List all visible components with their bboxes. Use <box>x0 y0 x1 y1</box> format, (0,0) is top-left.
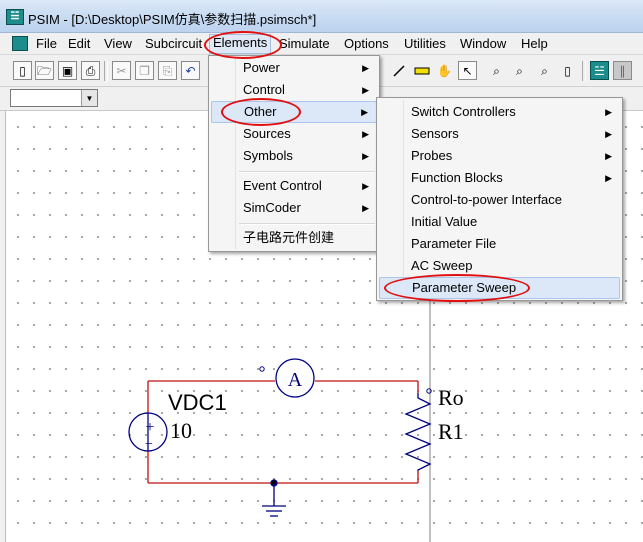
submenu-arrow-icon: ▶ <box>361 107 368 117</box>
source-value-label: 10 <box>170 418 192 443</box>
submenu-arrow-icon: ▶ <box>362 63 369 73</box>
submenu-arrow-icon: ▶ <box>605 151 612 161</box>
source-name-label: VDC1 <box>168 390 227 415</box>
menu-separator <box>239 171 375 173</box>
submenu-arrow-icon: ▶ <box>362 129 369 139</box>
menu-item-power[interactable]: Power ▶ <box>211 57 377 79</box>
resistor-r1[interactable] <box>404 388 432 471</box>
ammeter-symbol: A <box>288 369 303 391</box>
dc-source-vdc1[interactable]: + − <box>128 412 168 452</box>
menu-item-other[interactable]: Other ▶ <box>211 101 377 123</box>
ammeter[interactable]: A <box>259 358 315 398</box>
submenu-arrow-icon: ▶ <box>605 129 612 139</box>
menu-separator <box>239 223 375 225</box>
resistor-name-label: R1 <box>438 419 464 444</box>
submenu-arrow-icon: ▶ <box>605 107 612 117</box>
menu-item-control-to-power[interactable]: Control-to-power Interface <box>379 189 620 211</box>
menu-item-sensors[interactable]: Sensors ▶ <box>379 123 620 145</box>
menu-item-sources[interactable]: Sources ▶ <box>211 123 377 145</box>
menu-item-control[interactable]: Control ▶ <box>211 79 377 101</box>
menu-item-parameter-file[interactable]: Parameter File <box>379 233 620 255</box>
menu-item-function-blocks[interactable]: Function Blocks ▶ <box>379 167 620 189</box>
resistor-param-label: Ro <box>438 385 464 410</box>
menu-item-probes[interactable]: Probes ▶ <box>379 145 620 167</box>
source-minus-label: − <box>145 437 153 452</box>
menu-item-ac-sweep[interactable]: AC Sweep <box>379 255 620 277</box>
submenu-arrow-icon: ▶ <box>362 181 369 191</box>
menu-item-switch-controllers[interactable]: Switch Controllers ▶ <box>379 101 620 123</box>
menu-item-event-control[interactable]: Event Control ▶ <box>211 175 377 197</box>
menu-item-symbols[interactable]: Symbols ▶ <box>211 145 377 167</box>
elements-menu: Power ▶ Control ▶ Other ▶ Sources ▶ Symbols ▶… <box>208 55 380 252</box>
submenu-arrow-icon: ▶ <box>605 173 612 183</box>
menu-item-simcoder[interactable]: SimCoder ▶ <box>211 197 377 219</box>
submenu-arrow-icon: ▶ <box>362 85 369 95</box>
menu-item-subcircuit-create[interactable]: 子电路元件创建 <box>211 227 377 249</box>
menu-item-parameter-sweep[interactable]: Parameter Sweep <box>379 277 620 299</box>
ground-symbol[interactable] <box>262 479 286 517</box>
menu-item-initial-value[interactable]: Initial Value <box>379 211 620 233</box>
other-submenu: Switch Controllers ▶ Sensors ▶ Probes ▶ Fun… <box>376 97 623 301</box>
submenu-arrow-icon: ▶ <box>362 203 369 213</box>
source-plus-label: + <box>145 419 154 436</box>
submenu-arrow-icon: ▶ <box>362 151 369 161</box>
